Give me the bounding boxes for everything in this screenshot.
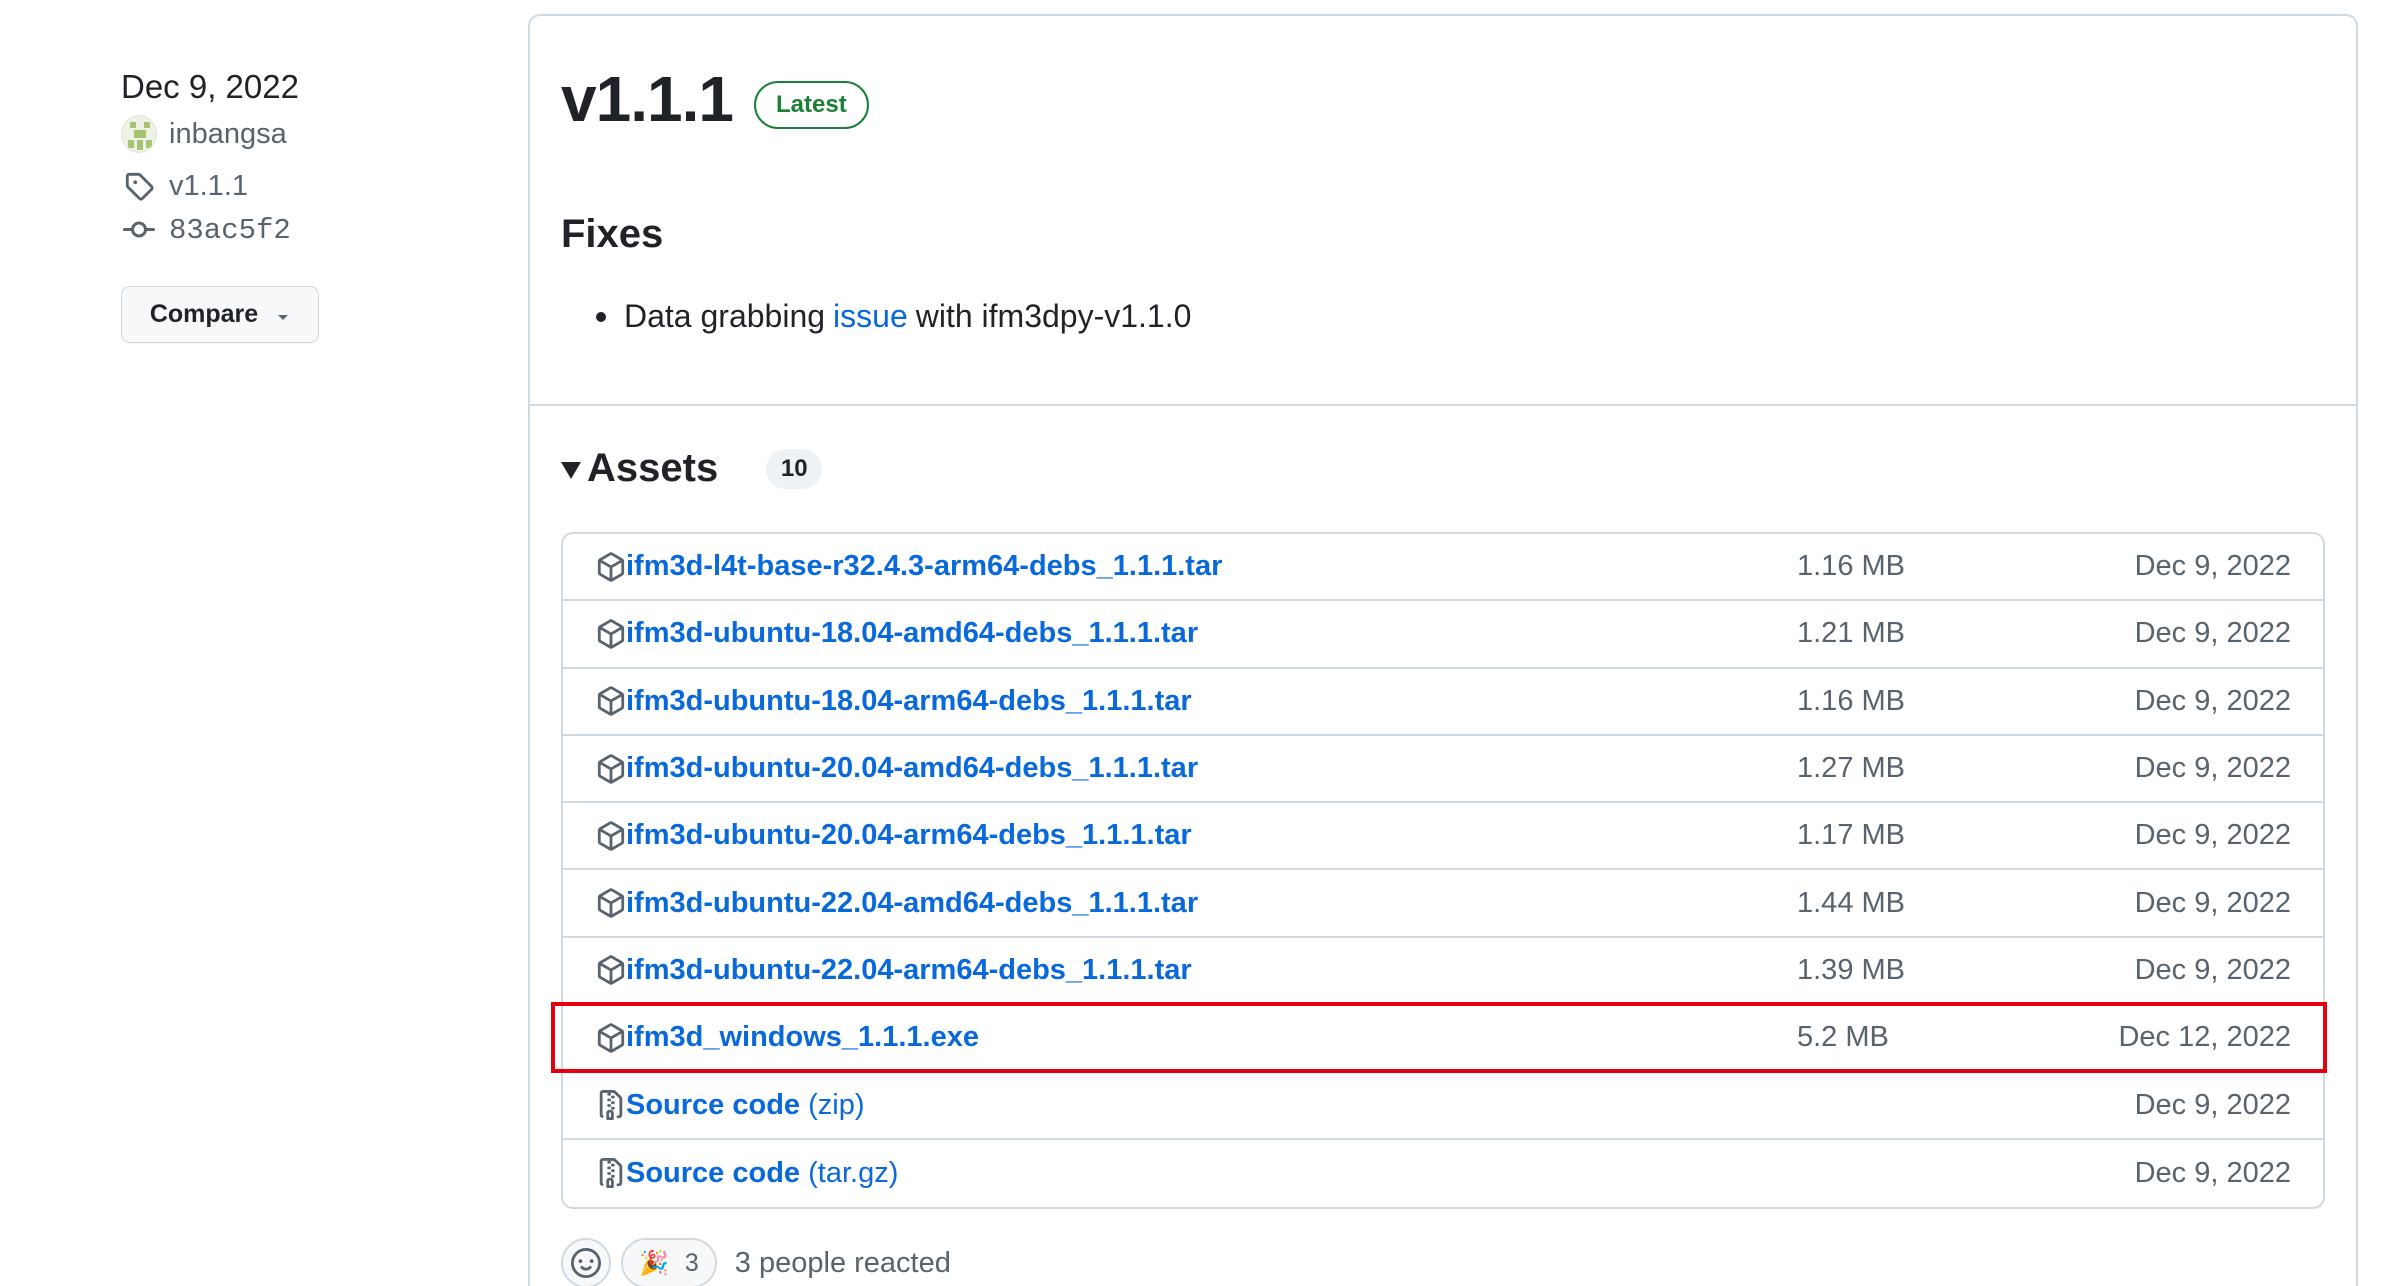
asset-size: 5.2 MB [1797, 1021, 1889, 1054]
chevron-down-icon [276, 300, 290, 329]
asset-link[interactable]: Source code (tar.gz) [626, 1157, 898, 1190]
asset-date: Dec 9, 2022 [2134, 752, 2291, 785]
commit-row[interactable]: 83ac5f2 [121, 208, 421, 252]
asset-date: Dec 9, 2022 [2134, 617, 2291, 650]
asset-link[interactable]: ifm3d-ubuntu-20.04-amd64-debs_1.1.1.tar [626, 752, 1198, 785]
asset-date: Dec 9, 2022 [2134, 684, 2291, 717]
issue-link[interactable]: issue [833, 298, 908, 335]
tag-label[interactable]: v1.1.1 [169, 170, 248, 203]
asset-link[interactable]: ifm3d-ubuntu-18.04-amd64-debs_1.1.1.tar [626, 617, 1198, 650]
asset-date: Dec 9, 2022 [2134, 1156, 2291, 1189]
asset-name: Source code [626, 1088, 801, 1121]
release-card: v1.1.1 Latest Fixes Data grabbing issue … [528, 14, 2358, 1286]
asset-row: ifm3d-ubuntu-20.04-arm64-debs_1.1.1.tar 1… [563, 803, 2323, 871]
asset-row: ifm3d-ubuntu-20.04-amd64-debs_1.1.1.tar 1… [563, 736, 2323, 804]
commit-icon [121, 212, 157, 248]
asset-size: 1.21 MB [1797, 617, 1905, 650]
package-icon [596, 955, 626, 986]
assets-toggle[interactable]: Assets 10 [561, 446, 823, 491]
release-title[interactable]: v1.1.1 [561, 62, 734, 136]
author-row[interactable]: inbangsa [121, 112, 421, 156]
asset-name: ifm3d-ubuntu-20.04-amd64-debs_1.1.1.tar [626, 752, 1199, 785]
asset-name: ifm3d_windows_1.1.1.exe [626, 1021, 979, 1054]
assets-title: Assets [587, 446, 719, 490]
asset-format: (tar.gz) [800, 1156, 899, 1189]
package-icon [596, 888, 626, 918]
tada-emoji: 🎉 [639, 1249, 669, 1277]
asset-name: ifm3d-ubuntu-18.04-amd64-debs_1.1.1.tar [626, 617, 1199, 650]
asset-date: Dec 9, 2022 [2134, 1088, 2291, 1121]
reactions-bar: 🎉 3 3 people reacted [561, 1238, 951, 1286]
triangle-down-icon [561, 462, 581, 479]
release-body: v1.1.1 Latest Fixes Data grabbing issue … [530, 16, 2356, 406]
package-icon [596, 551, 626, 582]
asset-row: Source code (tar.gz) Dec 9, 2022 [563, 1140, 2323, 1207]
package-icon [596, 1023, 626, 1053]
fix-text-after: with ifm3dpy-v1.1.0 [915, 298, 1192, 334]
asset-link[interactable]: ifm3d-ubuntu-18.04-arm64-debs_1.1.1.tar [626, 685, 1192, 718]
asset-row: ifm3d-l4t-base-r32.4.3-arm64-debs_1.1.1.… [563, 534, 2323, 602]
commit-hash[interactable]: 83ac5f2 [169, 214, 291, 247]
asset-link[interactable]: Source code (zip) [626, 1089, 865, 1122]
asset-format: (zip) [800, 1088, 865, 1121]
asset-row: ifm3d-ubuntu-18.04-arm64-debs_1.1.1.tar 1… [563, 669, 2323, 736]
asset-name: ifm3d-ubuntu-22.04-amd64-debs_1.1.1.tar [626, 886, 1199, 919]
asset-size: 1.16 MB [1797, 550, 1905, 583]
asset-size: 1.39 MB [1797, 953, 1905, 986]
asset-link[interactable]: ifm3d-ubuntu-22.04-arm64-debs_1.1.1.tar [626, 954, 1192, 987]
asset-date: Dec 9, 2022 [2134, 550, 2291, 583]
reactions-summary: 3 people reacted [734, 1246, 951, 1279]
tag-icon [121, 168, 157, 204]
compare-button[interactable]: Compare [121, 286, 319, 343]
assets-list: ifm3d-l4t-base-r32.4.3-arm64-debs_1.1.1.… [551, 532, 2327, 1209]
asset-size: 1.27 MB [1797, 752, 1905, 785]
release-date: Dec 9, 2022 [121, 68, 299, 105]
asset-date: Dec 9, 2022 [2134, 953, 2291, 986]
package-icon [596, 686, 626, 716]
smiley-icon [571, 1248, 601, 1278]
reaction-count: 3 [684, 1248, 699, 1277]
bullet-dot [596, 311, 606, 322]
fix-text-before: Data grabbing [624, 298, 826, 334]
file-zip-icon [596, 1158, 626, 1189]
asset-name: ifm3d-ubuntu-22.04-arm64-debs_1.1.1.tar [626, 953, 1192, 986]
add-reaction-button[interactable] [561, 1238, 611, 1286]
asset-size: 1.44 MB [1797, 886, 1905, 919]
assets-count-badge: 10 [766, 448, 823, 489]
avatar[interactable] [121, 115, 157, 153]
package-icon [596, 821, 626, 851]
asset-date: Dec 9, 2022 [2134, 886, 2291, 919]
compare-label: Compare [149, 300, 259, 328]
tag-row[interactable]: v1.1.1 [121, 164, 421, 208]
fixes-heading: Fixes [561, 212, 664, 256]
asset-row: Source code (zip) Dec 9, 2022 [563, 1072, 2323, 1140]
asset-name: ifm3d-ubuntu-18.04-arm64-debs_1.1.1.tar [626, 684, 1192, 717]
asset-link[interactable]: ifm3d-ubuntu-22.04-amd64-debs_1.1.1.tar [626, 887, 1198, 920]
release-meta: Dec 9, 2022 inbangsa v1.1.1 83ac5f2 Comp… [121, 64, 421, 343]
asset-row: ifm3d-ubuntu-22.04-arm64-debs_1.1.1.tar 1… [563, 938, 2323, 1006]
asset-link[interactable]: ifm3d-l4t-base-r32.4.3-arm64-debs_1.1.1.… [626, 550, 1222, 583]
asset-date: Dec 9, 2022 [2134, 819, 2291, 852]
asset-date: Dec 12, 2022 [2118, 1021, 2291, 1054]
asset-size: 1.16 MB [1797, 684, 1905, 717]
asset-name: ifm3d-ubuntu-20.04-arm64-debs_1.1.1.tar [626, 819, 1192, 852]
asset-row-highlighted: ifm3d_windows_1.1.1.exe 5.2 MB Dec 12, 202… [551, 1002, 2327, 1074]
package-icon [596, 753, 626, 784]
asset-size: 1.17 MB [1797, 819, 1905, 852]
asset-name: Source code [626, 1156, 801, 1189]
asset-row: ifm3d-ubuntu-22.04-amd64-debs_1.1.1.tar 1… [563, 870, 2323, 938]
asset-name: ifm3d-l4t-base-r32.4.3-arm64-debs_1.1.1.… [626, 550, 1223, 583]
fix-item: Data grabbing issue with ifm3dpy-v1.1.0 [596, 298, 1191, 335]
author-name[interactable]: inbangsa [169, 118, 287, 151]
package-icon [596, 619, 626, 649]
asset-link[interactable]: ifm3d_windows_1.1.1.exe [626, 1021, 979, 1054]
latest-badge: Latest [754, 81, 869, 129]
asset-link[interactable]: ifm3d-ubuntu-20.04-arm64-debs_1.1.1.tar [626, 819, 1192, 852]
file-zip-icon [596, 1090, 626, 1121]
asset-row: ifm3d-ubuntu-18.04-amd64-debs_1.1.1.tar 1… [563, 601, 2323, 669]
tada-reaction-button[interactable]: 🎉 3 [621, 1238, 717, 1286]
